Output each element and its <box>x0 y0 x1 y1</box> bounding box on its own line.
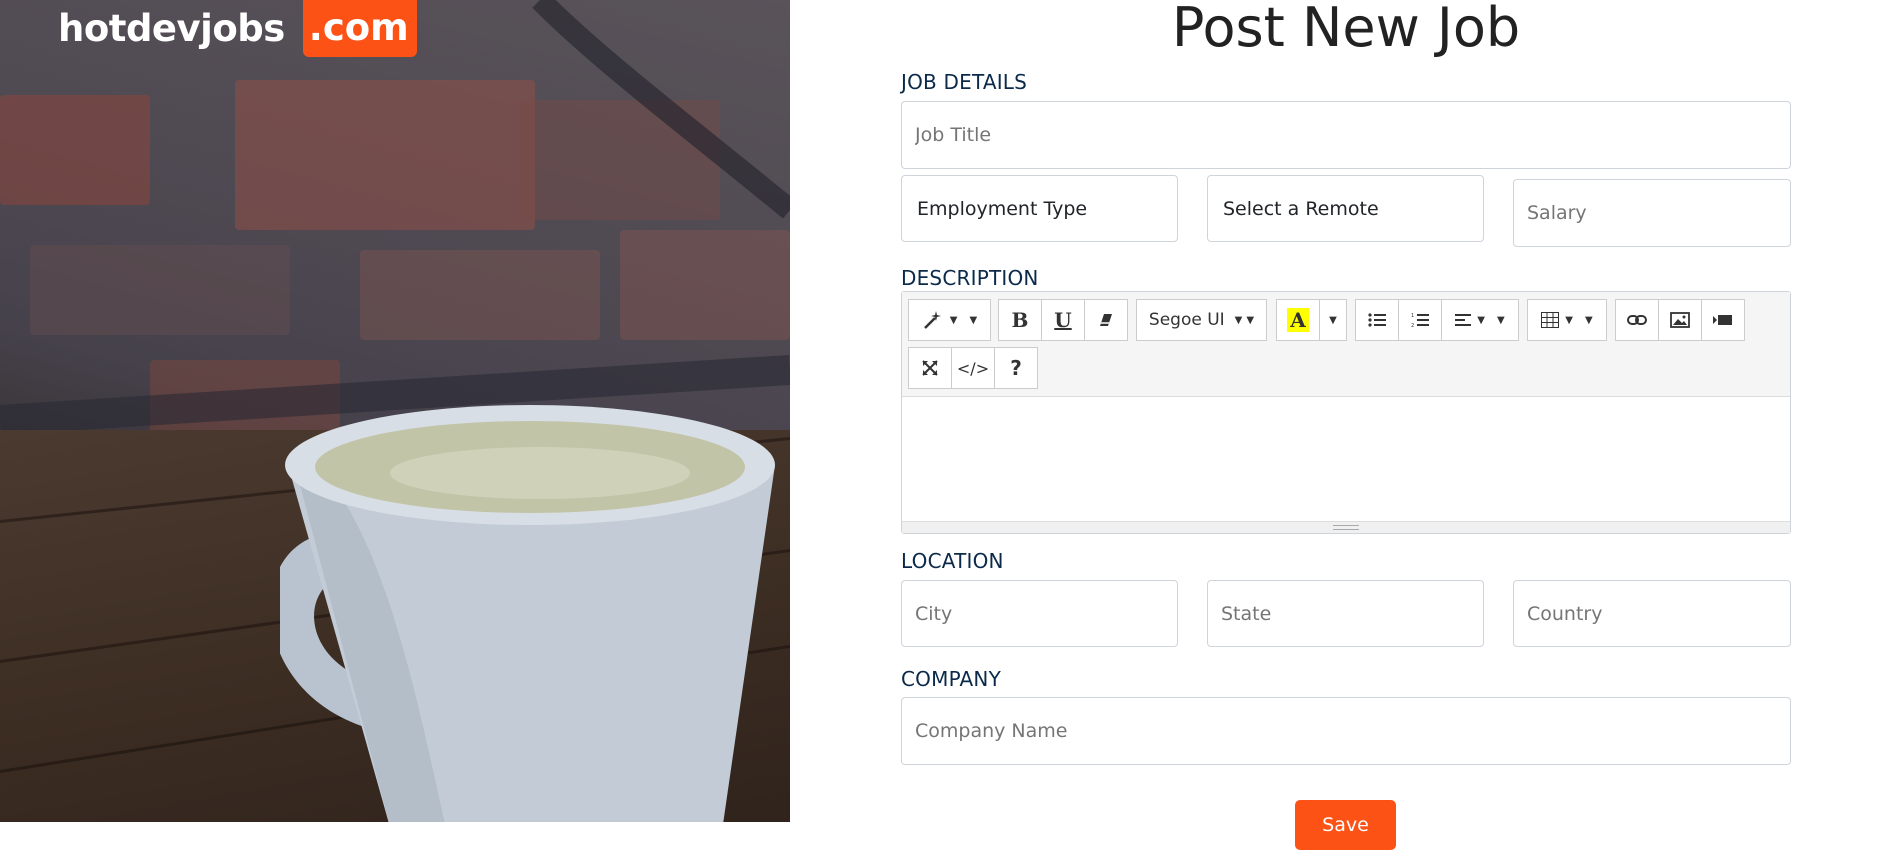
video-icon <box>1713 315 1732 325</box>
svg-text:1: 1 <box>1411 313 1414 319</box>
table-button[interactable]: ▼ ▼ <box>1527 299 1607 341</box>
eraser-icon <box>1100 314 1112 326</box>
chevron-down-icon: ▼ <box>1497 314 1505 326</box>
font-name-dropdown[interactable]: Segoe UI ▼ ▼ <box>1136 299 1267 341</box>
wall-crack <box>0 0 790 430</box>
remote-value: Select a Remote <box>1223 197 1379 220</box>
bold-button[interactable]: B <box>998 299 1042 341</box>
bold-icon: B <box>1011 308 1029 332</box>
remote-select[interactable]: Select a Remote <box>1207 175 1484 242</box>
code-view-button[interactable]: </> <box>951 347 995 389</box>
chevron-down-icon: ▼ <box>969 314 978 326</box>
save-button[interactable]: Save <box>1295 800 1396 850</box>
country-input[interactable] <box>1513 580 1791 647</box>
link-icon <box>1627 315 1647 325</box>
chevron-down-icon: ▼ <box>949 314 958 326</box>
svg-text:2: 2 <box>1411 323 1414 328</box>
chevron-down-icon: ▼ <box>1246 314 1255 326</box>
underline-icon: U <box>1054 308 1072 332</box>
code-icon: </> <box>956 358 990 378</box>
highlight-color-dropdown[interactable]: ▼ <box>1319 299 1347 341</box>
chevron-down-icon: ▼ <box>1234 314 1243 326</box>
employment-type-value: Employment Type <box>917 197 1088 220</box>
highlight-color-icon: A <box>1287 308 1309 332</box>
state-input[interactable] <box>1207 580 1484 647</box>
align-left-icon <box>1455 314 1472 326</box>
fullscreen-icon <box>922 360 938 376</box>
coffee-cup <box>280 405 775 822</box>
page-title: Post New Job <box>1171 0 1521 59</box>
brand-name: hotdevjobs <box>58 7 285 50</box>
help-button[interactable]: ? <box>994 347 1038 389</box>
align-button[interactable]: ▼ ▼ <box>1441 299 1519 341</box>
description-editor: ▼ ▼ B U Segoe UI ▼ ▼ A ▼ 12 ▼ ▼ ▼ ▼ </> … <box>901 291 1791 534</box>
description-editable-area[interactable] <box>902 396 1790 522</box>
table-icon <box>1541 312 1560 328</box>
brand-tld: .com <box>302 0 417 57</box>
resize-grip-icon <box>1333 525 1359 530</box>
editor-toolbar: ▼ ▼ B U Segoe UI ▼ ▼ A ▼ 12 ▼ ▼ ▼ ▼ </> … <box>902 292 1790 396</box>
help-icon: ? <box>1010 356 1022 380</box>
underline-button[interactable]: U <box>1041 299 1085 341</box>
city-input[interactable] <box>901 580 1178 647</box>
magic-wand-button[interactable]: ▼ ▼ <box>908 299 991 341</box>
unordered-list-icon <box>1368 313 1386 327</box>
magic-wand-icon <box>923 311 941 329</box>
video-button[interactable] <box>1701 299 1745 341</box>
fullscreen-button[interactable] <box>908 347 952 389</box>
section-job-details: JOB DETAILS <box>901 70 1028 94</box>
ordered-list-button[interactable]: 12 <box>1398 299 1442 341</box>
chevron-down-icon: ▼ <box>1329 314 1337 326</box>
eraser-button[interactable] <box>1084 299 1128 341</box>
font-name-value: Segoe UI <box>1148 310 1225 330</box>
salary-input[interactable] <box>1513 179 1791 247</box>
chevron-down-icon: ▼ <box>1585 314 1593 326</box>
section-location: LOCATION <box>901 549 1004 573</box>
unordered-list-button[interactable] <box>1355 299 1399 341</box>
job-title-input[interactable] <box>901 101 1791 169</box>
picture-button[interactable] <box>1658 299 1702 341</box>
section-company: COMPANY <box>901 667 1002 691</box>
employment-type-select[interactable]: Employment Type <box>901 175 1178 242</box>
brand-logo[interactable]: hotdevjobs .com <box>58 0 417 57</box>
ordered-list-icon: 12 <box>1411 313 1429 328</box>
chevron-down-icon: ▼ <box>1477 314 1485 326</box>
picture-icon <box>1670 312 1690 328</box>
editor-resize-handle[interactable] <box>902 521 1790 533</box>
highlight-color-button[interactable]: A <box>1276 299 1320 341</box>
hero-image: hotdevjobs .com <box>0 0 790 822</box>
section-description: DESCRIPTION <box>901 266 1039 290</box>
company-name-input[interactable] <box>901 697 1791 765</box>
link-button[interactable] <box>1615 299 1659 341</box>
chevron-down-icon: ▼ <box>1565 314 1573 326</box>
